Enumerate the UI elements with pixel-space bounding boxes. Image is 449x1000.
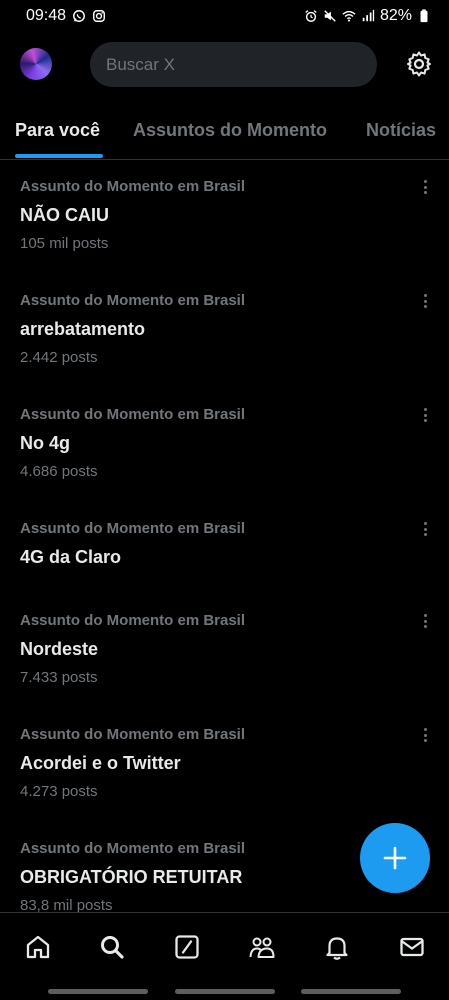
- battery-percent: 82%: [379, 7, 412, 24]
- trend-post-count: 7.433 posts: [20, 669, 98, 686]
- trend-item[interactable]: Assunto do Momento em Brasil Acordei e o…: [0, 726, 449, 826]
- trend-item[interactable]: Assunto do Momento em Brasil No 4g 4.686…: [0, 406, 449, 506]
- messages-icon: [400, 937, 424, 957]
- trend-context: Assunto do Momento em Brasil: [20, 292, 246, 309]
- home-icon: [26, 935, 50, 959]
- trend-title: 4G da Claro: [20, 547, 122, 567]
- more-options-icon[interactable]: [418, 178, 432, 196]
- communities-icon: [249, 937, 275, 958]
- instagram-icon: [92, 9, 106, 23]
- settings-gear-icon[interactable]: [405, 50, 433, 78]
- nav-messages[interactable]: [396, 931, 428, 963]
- status-bar: 09:48 82%: [0, 0, 449, 32]
- mute-icon: [323, 9, 337, 23]
- trend-context: Assunto do Momento em Brasil: [20, 406, 246, 423]
- more-options-icon[interactable]: [418, 292, 432, 310]
- more-options-icon[interactable]: [418, 612, 432, 630]
- tab-para-voce[interactable]: Para você: [15, 120, 100, 141]
- tab-noticias[interactable]: Notícias: [366, 120, 436, 141]
- whatsapp-icon: [72, 9, 86, 23]
- trend-title: arrebatamento: [20, 319, 146, 339]
- trend-context: Assunto do Momento em Brasil: [20, 726, 246, 743]
- more-options-icon[interactable]: [418, 406, 432, 424]
- trend-context: Assunto do Momento em Brasil: [20, 840, 246, 857]
- trend-context: Assunto do Momento em Brasil: [20, 178, 246, 195]
- signal-icon: [361, 9, 375, 23]
- nav-communities[interactable]: [246, 931, 278, 963]
- system-recent-apps-bar[interactable]: [48, 989, 148, 994]
- trend-item[interactable]: Assunto do Momento em Brasil Nordeste 7.…: [0, 612, 449, 712]
- trend-post-count: 2.442 posts: [20, 349, 98, 366]
- system-home-bar[interactable]: [175, 989, 275, 994]
- trend-item[interactable]: Assunto do Momento em Brasil arrebatamen…: [0, 292, 449, 392]
- bottom-nav: [0, 912, 449, 982]
- top-header: Buscar X: [0, 40, 449, 92]
- alarm-icon: [304, 9, 318, 23]
- trend-context: Assunto do Momento em Brasil: [20, 520, 246, 537]
- trend-post-count: 4.273 posts: [20, 783, 98, 800]
- trend-title: NÃO CAIU: [20, 205, 109, 225]
- more-options-icon[interactable]: [418, 726, 432, 744]
- trend-post-count: 105 mil posts: [20, 235, 109, 252]
- trend-title: Nordeste: [20, 639, 99, 659]
- explore-tabs: Para você Assuntos do Momento Notícias: [0, 106, 449, 160]
- trend-context: Assunto do Momento em Brasil: [20, 612, 246, 629]
- nav-notifications[interactable]: [321, 931, 353, 963]
- system-back-bar[interactable]: [301, 989, 401, 994]
- nav-grok[interactable]: [171, 931, 203, 963]
- nav-home[interactable]: [22, 931, 54, 963]
- trend-post-count: 83,8 mil posts: [20, 897, 113, 912]
- search-input[interactable]: Buscar X: [90, 42, 377, 87]
- trend-item[interactable]: Assunto do Momento em Brasil 4G da Claro: [0, 520, 449, 600]
- trend-title: OBRIGATÓRIO RETUITAR: [20, 867, 243, 887]
- trend-item[interactable]: Assunto do Momento em Brasil NÃO CAIU 10…: [0, 178, 449, 278]
- compose-post-button[interactable]: [360, 823, 430, 893]
- search-placeholder: Buscar X: [106, 54, 175, 74]
- nav-search[interactable]: [96, 931, 128, 963]
- battery-icon: [417, 9, 431, 23]
- trend-title: No 4g: [20, 433, 71, 453]
- more-options-icon[interactable]: [418, 520, 432, 538]
- notifications-icon: [326, 937, 348, 960]
- trend-post-count: 4.686 posts: [20, 463, 98, 480]
- tab-assuntos-do-momento[interactable]: Assuntos do Momento: [133, 120, 327, 141]
- wifi-icon: [342, 9, 356, 23]
- grok-icon: [175, 935, 199, 959]
- plus-icon: [383, 846, 407, 870]
- status-time: 09:48: [26, 7, 67, 24]
- search-icon: [101, 936, 124, 959]
- trend-title: Acordei e o Twitter: [20, 753, 181, 773]
- active-tab-indicator: [15, 154, 103, 158]
- avatar[interactable]: [20, 48, 52, 80]
